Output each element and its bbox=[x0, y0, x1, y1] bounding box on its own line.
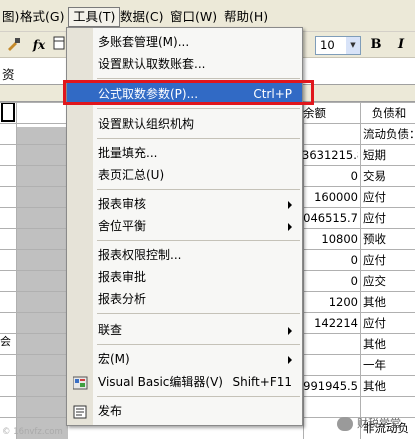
menu-item-label: 舍位平衡 bbox=[98, 219, 147, 233]
menu-item-label: 宏(M) bbox=[98, 352, 130, 366]
menu-item-label: 设置默认取数账套... bbox=[98, 57, 206, 71]
menu-item-label: 多账套管理(M)... bbox=[98, 35, 190, 49]
italic-button[interactable]: I bbox=[393, 37, 409, 55]
amount-cell[interactable]: 0 bbox=[302, 166, 358, 187]
amount-cell[interactable]: 0 bbox=[302, 271, 358, 292]
menu-separator bbox=[97, 78, 300, 79]
menu-item-report-approval[interactable]: 报表审批 bbox=[67, 266, 302, 288]
menu-item-drill-through[interactable]: 联查 bbox=[67, 319, 302, 341]
grid-line bbox=[16, 102, 17, 439]
menu-window[interactable]: 窗口(W) bbox=[166, 7, 221, 27]
wechat-icon bbox=[337, 417, 353, 431]
menu-separator bbox=[97, 396, 300, 397]
menu-item-default-org[interactable]: 设置默认组织机构 bbox=[67, 113, 302, 135]
row-label: 流动负债： bbox=[363, 127, 415, 141]
menu-item-macro[interactable]: 宏(M) bbox=[67, 348, 302, 370]
liabilities-header: 负债和 bbox=[371, 106, 407, 120]
bottom-left-watermark: © 16nvfz.com bbox=[2, 427, 63, 437]
menu-item-label: 报表审核 bbox=[98, 197, 147, 211]
shaded-column bbox=[16, 127, 68, 439]
row-label: 应付 bbox=[363, 253, 386, 267]
font-size-select[interactable]: 10 ▼ bbox=[315, 36, 361, 55]
row-label: 应付 bbox=[363, 211, 386, 225]
menu-item-batch-fill[interactable]: 批量填充... bbox=[67, 142, 302, 164]
menu-item-label: 表页汇总(U) bbox=[98, 168, 165, 182]
menu-separator bbox=[97, 108, 300, 109]
menu-format[interactable]: 格式(G) bbox=[16, 7, 68, 27]
row-label: 应交 bbox=[363, 274, 386, 288]
vb-icon bbox=[72, 375, 88, 390]
chevron-down-icon[interactable]: ▼ bbox=[346, 37, 360, 54]
selected-cell[interactable] bbox=[1, 102, 15, 122]
menu-separator bbox=[97, 189, 300, 190]
menu-help[interactable]: 帮助(H) bbox=[220, 7, 272, 27]
watermark: 财税学堂 bbox=[337, 413, 415, 435]
menu-item-rounding-balance[interactable]: 舍位平衡 bbox=[67, 215, 302, 237]
amount-cell[interactable]: 160000 bbox=[302, 187, 358, 208]
annotation-highlight-box bbox=[63, 80, 314, 105]
font-size-value: 10 bbox=[320, 38, 335, 52]
row-label: 其他 bbox=[363, 295, 386, 309]
menu-item-label: 发布 bbox=[98, 404, 123, 418]
menu-item-label: 报表审批 bbox=[98, 270, 147, 284]
row-label: 预收 bbox=[363, 232, 386, 246]
amount-cell[interactable]: 046515.7 bbox=[302, 208, 358, 229]
menu-item-multi-account[interactable]: 多账套管理(M)... bbox=[67, 31, 302, 53]
menu-item-label: 联查 bbox=[98, 323, 123, 337]
row-label: 交易 bbox=[363, 169, 386, 183]
amount-cell[interactable]: 1200 bbox=[302, 292, 358, 313]
menu-separator bbox=[97, 313, 300, 314]
amount-cell[interactable]: 991945.5 bbox=[302, 376, 358, 397]
menu-item-sheet-summary[interactable]: 表页汇总(U) bbox=[67, 164, 302, 186]
amount-cell[interactable]: 0 bbox=[302, 250, 358, 271]
menu-separator bbox=[97, 344, 300, 345]
amount-cell[interactable]: 142214 bbox=[302, 313, 358, 334]
amount-header: 余额 bbox=[303, 106, 326, 120]
formula-bar-text: 资 bbox=[2, 67, 15, 82]
menu-item-label: 报表权限控制... bbox=[98, 248, 182, 262]
menu-item-label: 批量填充... bbox=[98, 146, 158, 160]
toolbar-grid-icon[interactable] bbox=[53, 36, 65, 54]
menu-separator bbox=[97, 138, 300, 139]
menu-item-vb-editor[interactable]: Visual Basic编辑器(V) Shift+F11 bbox=[67, 371, 302, 393]
menu-separator bbox=[97, 240, 300, 241]
row-label: 应付 bbox=[363, 316, 386, 330]
menu-item-report-audit[interactable]: 报表审核 bbox=[67, 193, 302, 215]
menu-item-publish[interactable]: 发布 bbox=[67, 400, 302, 422]
left-cell-partial: 会 bbox=[0, 335, 11, 348]
row-label: 一年 bbox=[363, 358, 386, 372]
submenu-arrow-icon bbox=[288, 356, 292, 364]
row-label: 应付 bbox=[363, 190, 386, 204]
watermark-text: 财税学堂 bbox=[357, 417, 401, 430]
menu-item-shortcut: Shift+F11 bbox=[232, 375, 292, 389]
amount-cell[interactable]: 3631215.8 bbox=[302, 145, 358, 166]
menu-item-report-analysis[interactable]: 报表分析 bbox=[67, 288, 302, 310]
menu-item-report-permissions[interactable]: 报表权限控制... bbox=[67, 244, 302, 266]
publish-icon bbox=[73, 404, 88, 419]
row-label: 其他 bbox=[363, 337, 386, 351]
submenu-arrow-icon bbox=[288, 201, 292, 209]
menu-item-label: 设置默认组织机构 bbox=[98, 117, 195, 131]
menu-tools[interactable]: 工具(T) bbox=[68, 7, 121, 27]
submenu-arrow-icon bbox=[288, 327, 292, 335]
menu-item-label: 报表分析 bbox=[98, 292, 147, 306]
menu-data[interactable]: 数据(C) bbox=[116, 7, 167, 27]
menu-item-default-account[interactable]: 设置默认取数账套... bbox=[67, 53, 302, 75]
row-label: 短期 bbox=[363, 148, 386, 162]
format-painter-icon[interactable] bbox=[4, 36, 22, 54]
fx-button[interactable]: fx bbox=[30, 36, 48, 54]
row-label: 其他 bbox=[363, 379, 386, 393]
bold-button[interactable]: B bbox=[368, 37, 384, 55]
menu-item-label: Visual Basic编辑器(V) bbox=[98, 375, 223, 389]
submenu-arrow-icon bbox=[288, 223, 292, 231]
amount-cell[interactable]: 10800 bbox=[302, 229, 358, 250]
